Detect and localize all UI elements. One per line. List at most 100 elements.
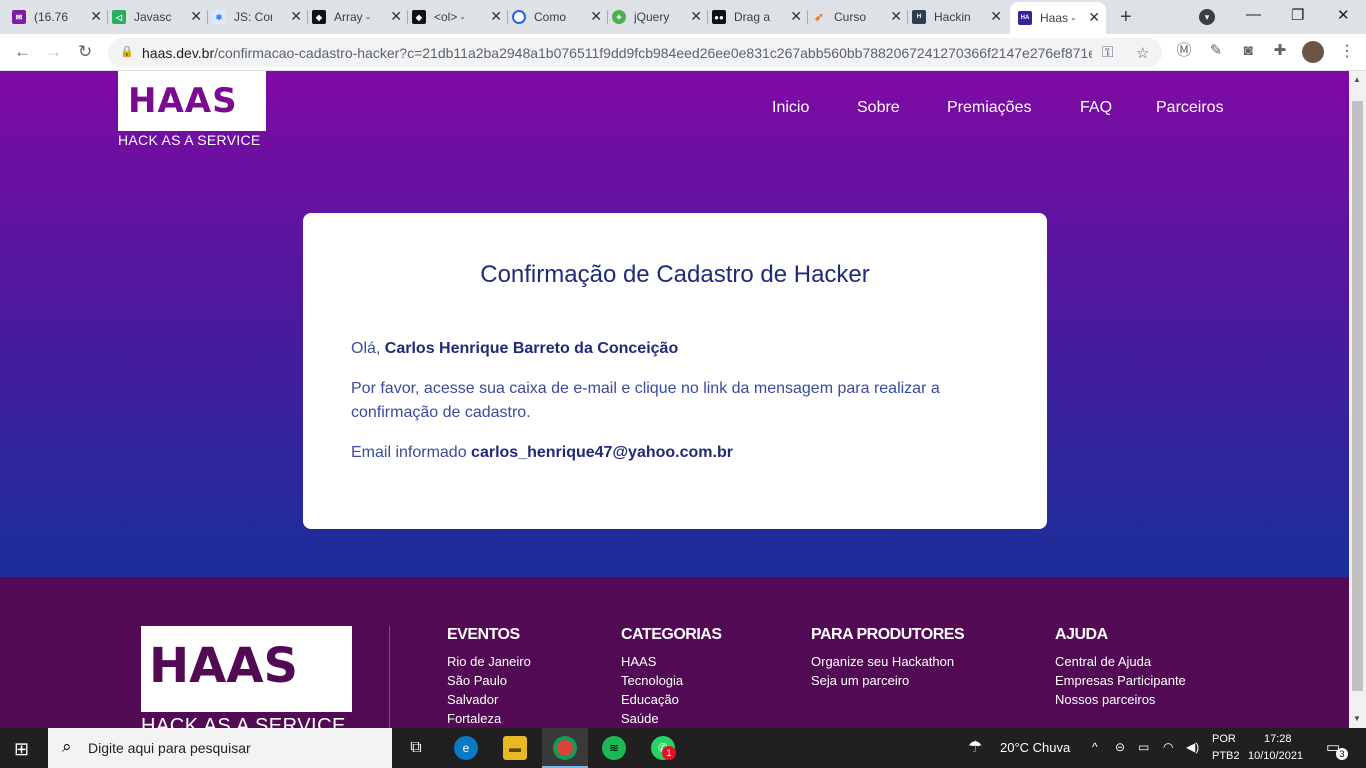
close-tab-icon[interactable]: ✕ <box>490 9 502 23</box>
taskbar-search[interactable]: ⌕ Digite aqui para pesquisar <box>48 728 392 768</box>
browser-tab[interactable]: ◆ Array - ✕ <box>312 4 408 30</box>
footer-link[interactable]: São Paulo <box>447 671 531 690</box>
profile-avatar[interactable] <box>1302 41 1324 63</box>
close-tab-icon[interactable]: ✕ <box>790 9 802 23</box>
clock-time[interactable]: 17:28 <box>1264 733 1292 745</box>
task-view-icon[interactable]: ⧉ <box>404 736 428 760</box>
close-tab-icon[interactable]: ✕ <box>990 9 1002 23</box>
wifi-icon[interactable]: ◠ <box>1163 740 1173 754</box>
clock-date[interactable]: 10/10/2021 <box>1248 750 1303 762</box>
close-tab-icon[interactable]: ✕ <box>90 9 102 23</box>
camera-icon[interactable]: ◙ <box>1240 43 1256 59</box>
footer-link[interactable]: Nossos parceiros <box>1055 690 1186 709</box>
close-tab-icon[interactable]: ✕ <box>890 9 902 23</box>
ghost-icon: ◆ <box>312 10 326 24</box>
nav-link-inicio[interactable]: Inicio <box>772 99 809 117</box>
browser-tab[interactable]: ◆ <ol> - ✕ <box>412 4 508 30</box>
footer-logo-subtitle: HACK AS A SERVICE <box>141 715 346 728</box>
browser-tab[interactable]: ✦ jQuery ✕ <box>612 4 708 30</box>
ghost-icon: ◆ <box>412 10 426 24</box>
reload-icon[interactable]: ↻ <box>78 42 92 62</box>
extension-m-icon[interactable]: Ⓜ <box>1176 43 1192 59</box>
browser-tab[interactable]: H Hackin ✕ <box>912 4 1008 30</box>
volume-icon[interactable]: ◀) <box>1186 740 1199 754</box>
scrollbar-thumb[interactable] <box>1352 101 1363 691</box>
whatsapp-badge: 1 <box>662 746 676 760</box>
browser-tab[interactable]: ✉ (16.76 ✕ <box>12 4 108 30</box>
footer-link[interactable]: Organize seu Hackathon <box>811 652 964 671</box>
battery-icon[interactable]: ▭ <box>1138 740 1149 754</box>
confirmation-message: Por favor, acesse sua caixa de e-mail e … <box>351 380 940 421</box>
nav-link-premiacoes[interactable]: Premiações <box>947 99 1031 117</box>
keyboard-layout[interactable]: PTB2 <box>1212 750 1240 762</box>
site-logo[interactable]: HAAS <box>118 71 266 131</box>
chrome-icon[interactable] <box>553 736 577 760</box>
browser-tab[interactable]: Como ✕ <box>512 4 608 30</box>
key-icon[interactable]: ⚿ <box>1102 44 1113 61</box>
close-tab-icon[interactable]: ✕ <box>390 9 402 23</box>
footer-link[interactable]: Fortaleza <box>447 709 531 728</box>
browser-tab-active[interactable]: HA Haas - ✕ <box>1010 2 1106 34</box>
confirmation-card: Confirmação de Cadastro de Hacker Olá, C… <box>303 213 1047 529</box>
tab-search-icon[interactable]: ▾ <box>1199 9 1215 25</box>
notifications-count: 3 <box>1336 748 1348 760</box>
lock-icon[interactable]: 🔒 <box>120 45 134 58</box>
new-tab-icon[interactable]: + <box>1120 6 1132 29</box>
bookmark-star-icon[interactable]: ☆ <box>1136 44 1149 62</box>
footer-link[interactable]: Central de Ajuda <box>1055 652 1186 671</box>
address-bar[interactable]: 🔒 haas.dev.br/confirmacao-cadastro-hacke… <box>108 38 1162 67</box>
greeting-text: Olá, Carlos Henrique Barreto da Conceiçã… <box>351 340 679 357</box>
footer-link[interactable]: Tecnologia <box>621 671 721 690</box>
restore-icon[interactable]: ❐ <box>1291 6 1304 24</box>
nav-link-sobre[interactable]: Sobre <box>857 99 900 117</box>
browser-tab[interactable]: ◁ Javascr ✕ <box>112 4 208 30</box>
back-icon[interactable]: ← <box>14 42 31 62</box>
close-tab-icon[interactable]: ✕ <box>590 9 602 23</box>
nav-link-faq[interactable]: FAQ <box>1080 99 1112 117</box>
footer-link[interactable]: Salvador <box>447 690 531 709</box>
browser-tab[interactable]: ➶ Curso ✕ <box>812 4 908 30</box>
mail-icon: ✉ <box>12 10 26 24</box>
footer-link[interactable]: HAAS <box>621 652 721 671</box>
file-explorer-icon[interactable]: ▬ <box>503 736 527 760</box>
eyedropper-icon[interactable]: ✎ <box>1208 43 1224 59</box>
nav-link-parceiros[interactable]: Parceiros <box>1156 99 1224 117</box>
jquery-icon: ✦ <box>612 10 626 24</box>
footer-column-categorias: CATEGORIAS HAAS Tecnologia Educação Saúd… <box>621 626 722 728</box>
close-tab-icon[interactable]: ✕ <box>290 9 302 23</box>
edge-icon[interactable]: e <box>454 736 478 760</box>
weather-rain-icon[interactable]: ☂ <box>968 737 982 757</box>
site-footer: HAAS HACK AS A SERVICE EVENTOS Rio de Ja… <box>0 577 1349 728</box>
footer-link[interactable]: Seja um parceiro <box>811 671 964 690</box>
page-title: Confirmação de Cadastro de Hacker <box>480 261 870 288</box>
close-tab-icon[interactable]: ✕ <box>190 9 202 23</box>
extensions-puzzle-icon[interactable]: ✚ <box>1272 43 1288 59</box>
browser-menu-icon[interactable]: ⋮ <box>1339 41 1355 61</box>
close-tab-icon[interactable]: ✕ <box>690 9 702 23</box>
vue-icon: ◁ <box>112 10 126 24</box>
forward-icon[interactable]: → <box>45 42 62 62</box>
footer-logo[interactable]: HAAS <box>141 626 352 712</box>
minimize-icon[interactable]: — <box>1246 6 1261 23</box>
browser-tab[interactable]: ✱ JS: Cor ✕ <box>212 4 308 30</box>
footer-column-eventos: EVENTOS Rio de Janeiro São Paulo Salvado… <box>447 626 531 728</box>
footer-column-produtores: PARA PRODUTORES Organize seu Hackathon S… <box>811 626 965 690</box>
spotify-icon[interactable]: ≋ <box>602 736 626 760</box>
scroll-down-icon[interactable]: ▼ <box>1353 714 1361 723</box>
language-indicator[interactable]: POR <box>1212 733 1236 745</box>
browser-tab[interactable]: ●● Drag a ✕ <box>712 4 808 30</box>
tray-network-blocked-icon[interactable]: ⊝ <box>1115 740 1125 754</box>
page-scrollbar[interactable]: ▲ ▼ <box>1349 71 1366 728</box>
tray-chevron-icon[interactable]: ^ <box>1092 740 1098 754</box>
weather-text[interactable]: 20°C Chuva <box>1000 740 1070 755</box>
windows-start-icon[interactable]: ⊞ <box>14 739 29 760</box>
footer-link[interactable]: Saúde <box>621 709 721 728</box>
footer-link[interactable]: Empresas Participante <box>1055 671 1186 690</box>
footer-link[interactable]: Rio de Janeiro <box>447 652 531 671</box>
site-logo-subtitle: HACK AS A SERVICE <box>118 132 261 148</box>
close-window-icon[interactable]: ✕ <box>1337 6 1350 24</box>
url-text[interactable]: haas.dev.br/confirmacao-cadastro-hacker?… <box>142 45 1092 61</box>
footer-link[interactable]: Educação <box>621 690 721 709</box>
close-tab-icon[interactable]: ✕ <box>1088 10 1100 24</box>
scroll-up-icon[interactable]: ▲ <box>1353 75 1361 84</box>
